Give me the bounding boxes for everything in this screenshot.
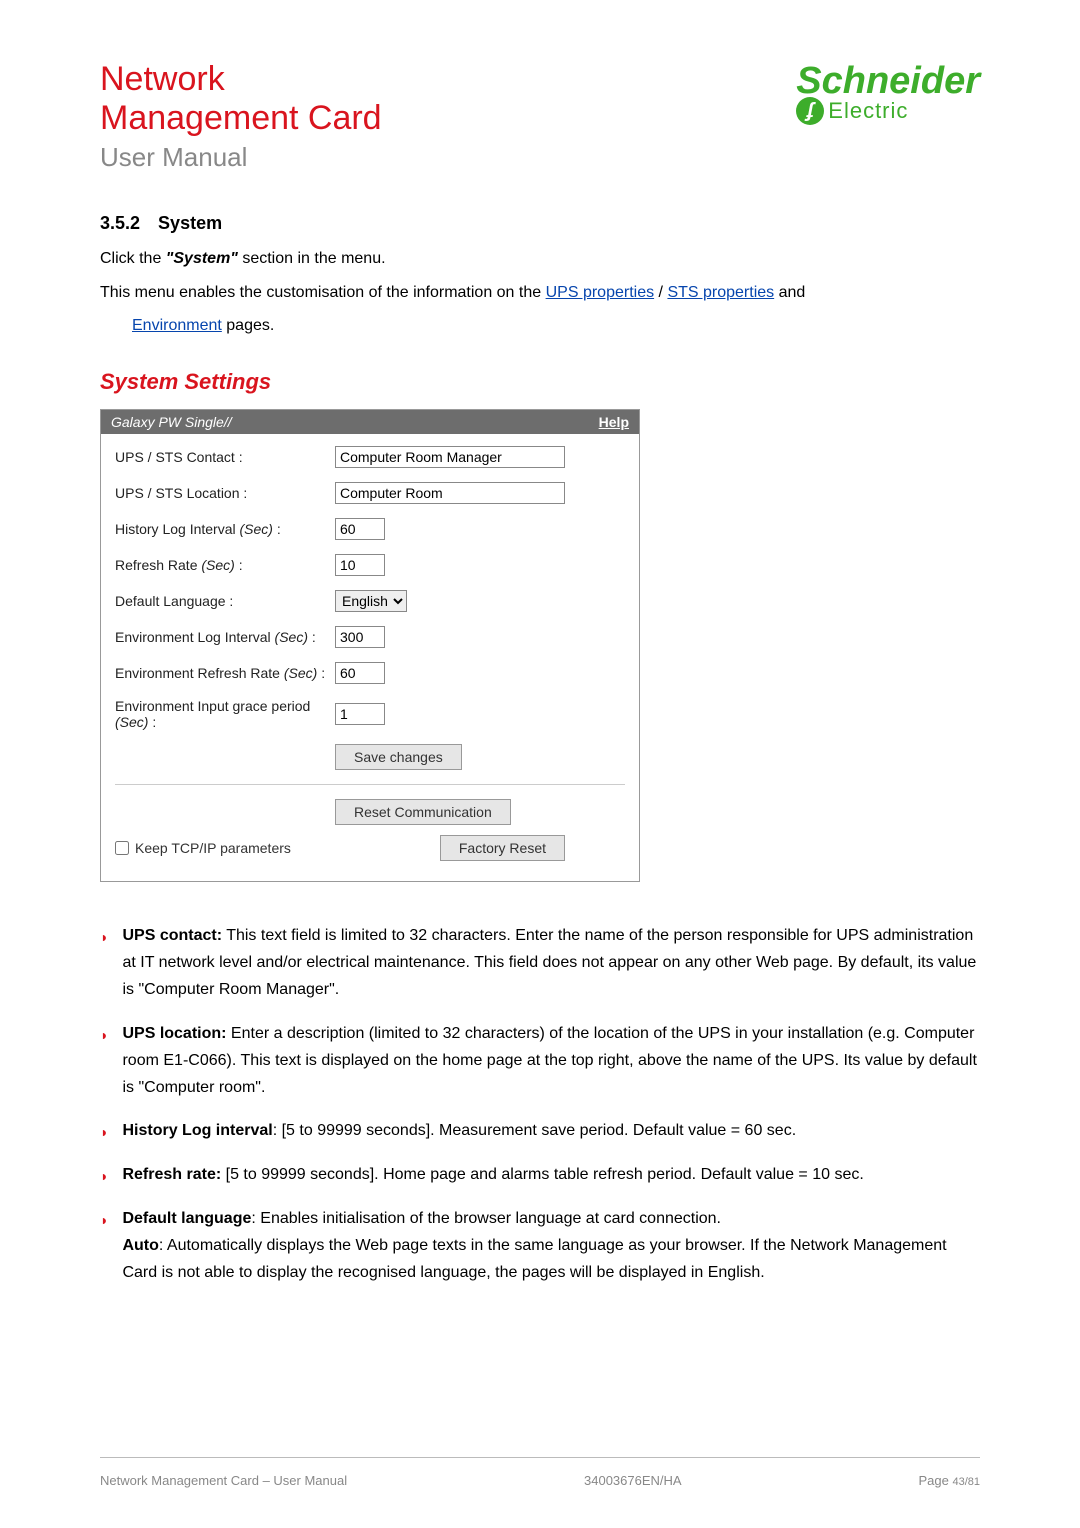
refresh-rate-label: Refresh Rate (Sec) : [115, 557, 335, 573]
bullet-ups-contact: UPS contact: This text field is limited … [122, 922, 980, 1004]
bullet-ups-location: UPS location: Enter a description (limit… [122, 1020, 980, 1102]
device-name: Galaxy PW Single// [111, 414, 232, 430]
system-settings-panel: Galaxy PW Single// Help UPS / STS Contac… [100, 409, 640, 882]
logo-text-top: Schneider [796, 60, 980, 103]
footer-page: Page 43/81 [918, 1473, 980, 1488]
bullet-icon: ◗ [100, 1121, 108, 1145]
logo-f-icon: ʄ [796, 97, 824, 125]
schneider-logo: Schneider ʄ Electric [796, 60, 980, 125]
intro-line1: Click the "System" section in the menu. [100, 246, 980, 272]
env-log-interval-input[interactable] [335, 626, 385, 648]
section-heading: 3.5.2System [100, 213, 980, 234]
reset-communication-button[interactable]: Reset Communication [335, 799, 511, 825]
bullet-history-log: History Log interval: [5 to 99999 second… [122, 1117, 796, 1145]
help-link[interactable]: Help [599, 414, 629, 430]
system-settings-title: System Settings [100, 369, 980, 395]
footer-rule [100, 1457, 980, 1458]
footer: Network Management Card – User Manual 34… [100, 1473, 980, 1488]
refresh-rate-input[interactable] [335, 554, 385, 576]
bullet-icon: ◗ [100, 926, 108, 1004]
ups-properties-link[interactable]: UPS properties [546, 284, 655, 301]
keep-tcpip-row[interactable]: Keep TCP/IP parameters [115, 840, 291, 856]
footer-left: Network Management Card – User Manual [100, 1473, 347, 1488]
ups-location-input[interactable] [335, 482, 565, 504]
bullet-icon: ◗ [100, 1024, 108, 1102]
bullet-icon: ◗ [100, 1165, 108, 1189]
doc-title-line1: Network [100, 60, 382, 99]
intro-line3: Environment pages. [132, 313, 980, 339]
footer-center: 34003676EN/HA [584, 1473, 682, 1488]
bullet-refresh-rate: Refresh rate: [5 to 99999 seconds]. Home… [122, 1161, 863, 1189]
doc-title-line2: Management Card [100, 99, 382, 138]
env-log-interval-label: Environment Log Interval (Sec) : [115, 629, 335, 645]
ups-contact-label: UPS / STS Contact : [115, 449, 335, 465]
logo-text-bottom: Electric [828, 98, 908, 124]
history-interval-label: History Log Interval (Sec) : [115, 521, 335, 537]
keep-tcpip-checkbox[interactable] [115, 841, 129, 855]
doc-subtitle: User Manual [100, 142, 382, 173]
env-refresh-rate-label: Environment Refresh Rate (Sec) : [115, 665, 335, 681]
default-language-select[interactable]: English [335, 590, 407, 612]
env-grace-label: Environment Input grace period (Sec) : [115, 698, 335, 730]
default-language-label: Default Language : [115, 593, 335, 609]
env-refresh-rate-input[interactable] [335, 662, 385, 684]
sts-properties-link[interactable]: STS properties [667, 284, 774, 301]
env-grace-input[interactable] [335, 703, 385, 725]
save-changes-button[interactable]: Save changes [335, 744, 462, 770]
environment-link[interactable]: Environment [132, 317, 222, 334]
divider [115, 784, 625, 785]
ups-contact-input[interactable] [335, 446, 565, 468]
history-interval-input[interactable] [335, 518, 385, 540]
intro-line2: This menu enables the customisation of t… [100, 280, 980, 306]
factory-reset-button[interactable]: Factory Reset [440, 835, 565, 861]
keep-tcpip-label: Keep TCP/IP parameters [135, 840, 291, 856]
ups-location-label: UPS / STS Location : [115, 485, 335, 501]
bullet-default-language: Default language: Enables initialisation… [122, 1205, 980, 1287]
bullet-icon: ◗ [100, 1209, 108, 1287]
